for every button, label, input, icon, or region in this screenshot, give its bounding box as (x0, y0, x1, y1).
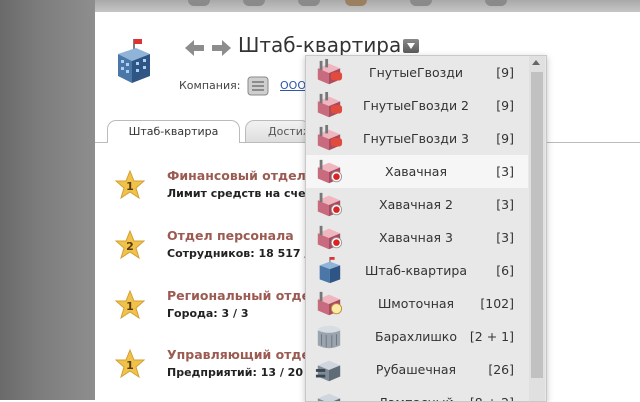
menu-item[interactable]: Барахлишко [2 + 1] (306, 320, 528, 353)
sewing-factory-icon (317, 393, 341, 401)
menu-item-name: Хавачная 2 (379, 197, 453, 212)
dropdown-toggle-button[interactable] (403, 39, 419, 53)
menu-item-count: [102] (480, 296, 514, 311)
top-toolbar (95, 0, 640, 12)
menu-item[interactable]: Хавачная 2 [3] (306, 188, 528, 221)
toolbar-icon[interactable] (410, 0, 432, 6)
restaurant-icon (317, 225, 343, 250)
sewing-factory-icon (315, 360, 341, 382)
restaurant-icon (317, 159, 343, 184)
company-label: Компания: (179, 79, 241, 92)
menu-item-name: Штаб-квартира (364, 263, 468, 278)
level-star-icon: 1 (115, 290, 145, 320)
department-info: Предприятий: 13 / 20 (167, 366, 303, 379)
menu-item-name: Хавачная (385, 164, 447, 179)
menu-item-name: ГнутыеГвозди 2 (362, 98, 469, 113)
factory-icon (317, 92, 343, 118)
department-name[interactable]: Управляющий отдел (167, 347, 319, 362)
menu-item-name: Лампасный (342, 395, 490, 401)
menu-item[interactable]: Хавачная [3] (306, 155, 528, 188)
page-title: Штаб-квартира (238, 33, 402, 57)
menu-item-count: [6] (496, 263, 514, 278)
menu-item[interactable]: ГнутыеГвозди 2 [9] (306, 89, 528, 122)
toolbar-icon[interactable] (243, 0, 265, 6)
level-star-icon: 1 (115, 349, 145, 379)
tab-headquarters[interactable]: Штаб-квартира (107, 120, 240, 143)
menu-item-name: Шмоточная (377, 296, 455, 311)
office-building-icon (319, 257, 341, 284)
department-name[interactable]: Финансовый отдел (167, 168, 306, 183)
back-arrow-icon[interactable] (185, 40, 205, 56)
svg-text:2: 2 (126, 240, 134, 253)
left-sidebar (0, 0, 95, 400)
toolbar-icon[interactable] (298, 0, 320, 6)
forward-arrow-icon[interactable] (211, 40, 231, 56)
factory-icon (317, 125, 343, 151)
toolbar-icon[interactable] (485, 0, 507, 6)
menu-item-count: [2 + 1] (469, 329, 514, 344)
menu-item-name: Хавачная 3 (379, 230, 453, 245)
menu-item-count: [9] (496, 65, 514, 80)
level-star-icon: 2 (115, 230, 145, 260)
scrollbar-thumb[interactable] (531, 72, 543, 378)
scroll-up-icon[interactable] (532, 60, 540, 65)
menu-item[interactable]: Рубашечная [26] (306, 353, 528, 386)
office-dropdown-menu: ГнутыеГвозди [9] ГнутыеГвозди 2 [9] ГнутыеГв… (305, 55, 547, 402)
menu-item[interactable]: Штаб-квартира [6] (306, 254, 528, 287)
menu-item-count: [3] (496, 164, 514, 179)
menu-item-count: [8 + 2] (470, 395, 514, 401)
svg-text:1: 1 (126, 300, 134, 313)
menu-item-count: [3] (496, 230, 514, 245)
menu-item[interactable]: Хавачная 3 [3] (306, 221, 528, 254)
menu-item-count: [9] (496, 131, 514, 146)
tab-achievements[interactable]: Достижения (245, 120, 310, 142)
menu-item-name: Барахлишко (375, 329, 457, 344)
company-logo-icon (247, 76, 269, 96)
toolbar-icon[interactable] (345, 0, 367, 6)
department-info: Города: 3 / 3 (167, 307, 249, 320)
restaurant-icon (317, 192, 343, 217)
menu-item[interactable]: ГнутыеГвозди [9] (306, 56, 528, 89)
department-info: Сотрудников: 18 517 / 2 (167, 247, 320, 260)
department-name[interactable]: Региональный отдел (167, 288, 319, 303)
menu-item[interactable]: Шмоточная [102] (306, 287, 528, 320)
level-star-icon: 1 (115, 170, 145, 200)
menu-item-name: Рубашечная (375, 362, 457, 377)
menu-item[interactable]: ГнутыеГвозди 3 [9] (306, 122, 528, 155)
department-info: Лимит средств на счете (167, 187, 320, 200)
department-name[interactable]: Отдел персонала (167, 228, 294, 243)
office-building-icon (118, 39, 150, 83)
menu-item-name: ГнутыеГвозди (368, 65, 464, 80)
menu-item-name: ГнутыеГвозди 3 (362, 131, 469, 146)
scrollbar[interactable] (529, 56, 545, 401)
menu-item-count: [3] (496, 197, 514, 212)
company-link[interactable]: ООО (280, 79, 306, 92)
svg-text:1: 1 (126, 180, 134, 193)
menu-item-count: [9] (496, 98, 514, 113)
toolbar-icon[interactable] (188, 0, 210, 6)
shop-icon (317, 291, 343, 316)
svg-text:1: 1 (126, 359, 134, 372)
warehouse-icon (317, 325, 341, 349)
factory-icon (317, 59, 343, 85)
menu-item-count: [26] (488, 362, 514, 377)
